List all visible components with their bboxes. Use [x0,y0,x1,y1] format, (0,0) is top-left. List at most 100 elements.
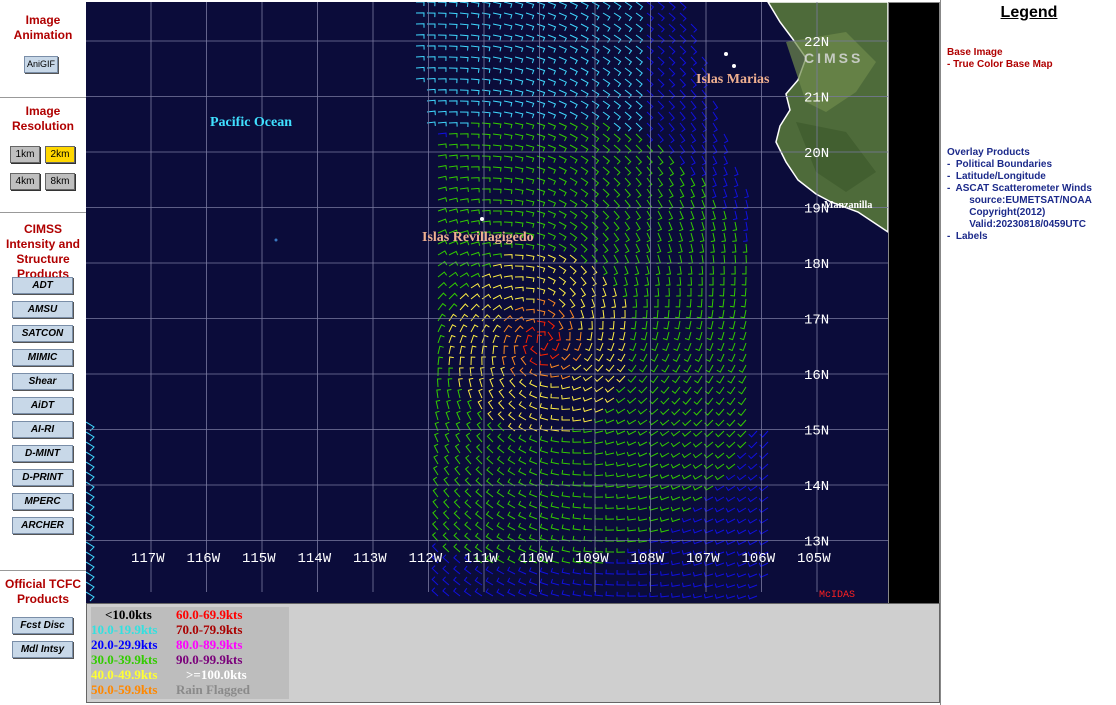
wind-barb [550,589,560,597]
resolution-1km-button[interactable]: 1km [10,146,40,163]
mperc-button[interactable]: MPERC [12,493,73,510]
wind-barb [723,155,729,166]
shear-button[interactable]: Shear [12,373,73,390]
wind-barb [612,287,617,298]
wind-barb [736,485,747,492]
d-mint-button[interactable]: D-MINT [12,445,73,462]
wind-barb [481,89,491,95]
wind-barb [547,45,557,53]
wind-barb [635,254,640,265]
wind-barb [549,353,560,360]
wind-barb [736,583,747,589]
mimic-button[interactable]: MIMIC [12,349,73,366]
wind-barb [720,254,726,264]
ai-ri-button[interactable]: AI-RI [12,421,73,438]
resolution-4km-button[interactable]: 4km [10,173,40,190]
wind-barb [507,533,516,542]
wind-barb [558,56,567,65]
wind-barb [714,529,725,534]
wind-barb [528,501,538,509]
wind-barb [626,441,637,446]
wind-barb [737,419,747,427]
wind-barb [474,566,483,575]
wind-barb [569,177,578,186]
wind-barb [700,210,706,221]
wind-barb [711,210,717,221]
wind-barb [571,386,582,391]
wind-barb [693,419,703,427]
wind-barb [689,232,694,243]
wind-barb [569,45,578,54]
wind-barb [602,23,611,32]
wind-barb [475,488,483,498]
wind-barb [690,111,697,122]
wind-barb [518,412,527,421]
wind-barb [558,45,567,54]
wind-barb [572,503,582,509]
wind-barb [613,12,622,21]
wind-barb [602,232,609,242]
aidt-button[interactable]: AiDT [12,397,73,414]
wind-barb [743,232,748,242]
wind-barb [593,418,604,424]
wind-barb [503,264,513,270]
archer-button[interactable]: ARCHER [12,517,73,534]
wind-barb [733,188,739,199]
wind-barb [442,510,450,520]
wind-barb [605,461,615,467]
wind-barb [737,397,747,406]
resolution-2km-button[interactable]: 2km [45,146,75,163]
wind-barb [453,565,461,575]
wind-barb [496,489,505,498]
anigif-button[interactable]: AniGIF [24,56,58,73]
satcon-button[interactable]: SATCON [12,325,73,342]
d-print-button[interactable]: D-PRINT [12,469,73,486]
wind-barb [507,467,516,476]
wind-barb [496,455,505,465]
wind-barb [679,67,687,77]
forecast-discussion-button[interactable]: Fcst Disc [12,617,73,634]
wind-barb [635,23,644,33]
wind-barb [453,510,461,520]
wind-map-svg: 117W 116W 115W 114W 113W 112W 111W 110W 109W 108W… [86,2,888,602]
wind-barb [514,177,524,184]
wind-barb [529,379,538,388]
wind-barb [536,210,546,218]
resolution-8km-button[interactable]: 8km [45,173,75,190]
wind-barb [569,122,578,131]
wind-barb [437,132,447,138]
wind-barb [467,388,473,399]
wind-barb [616,559,626,564]
wind-barb [635,188,642,199]
divider [0,212,86,213]
wind-barb [626,473,637,478]
wind-barb [627,581,637,586]
wind-barb [739,331,747,341]
wind-barb [539,435,549,443]
latitude-label: 14N [804,479,829,495]
adt-button[interactable]: ADT [12,277,73,294]
model-intensity-button[interactable]: Mdl Intsy [12,641,73,658]
wind-barb [659,485,670,490]
wind-barb [689,221,695,232]
wind-barb [583,449,593,455]
wind-barb [594,493,604,498]
wind-barb [518,378,527,388]
wind-barb [536,177,546,185]
wind-barb [679,56,687,66]
wind-barb [514,265,524,271]
wind-barb [719,287,725,297]
wind-barb [448,176,458,181]
wind-barb [748,452,758,460]
wind-barb [586,331,593,341]
amsu-button[interactable]: AMSU [12,301,73,318]
wind-barb [514,45,524,53]
wind-barb [470,220,480,225]
wind-barb [529,390,538,399]
wind-barb [561,502,571,509]
wind-barb [682,408,692,416]
wind-barb [518,533,527,542]
wind-barb [572,568,582,575]
wind-barb [470,209,480,214]
wind-barb [727,375,736,384]
